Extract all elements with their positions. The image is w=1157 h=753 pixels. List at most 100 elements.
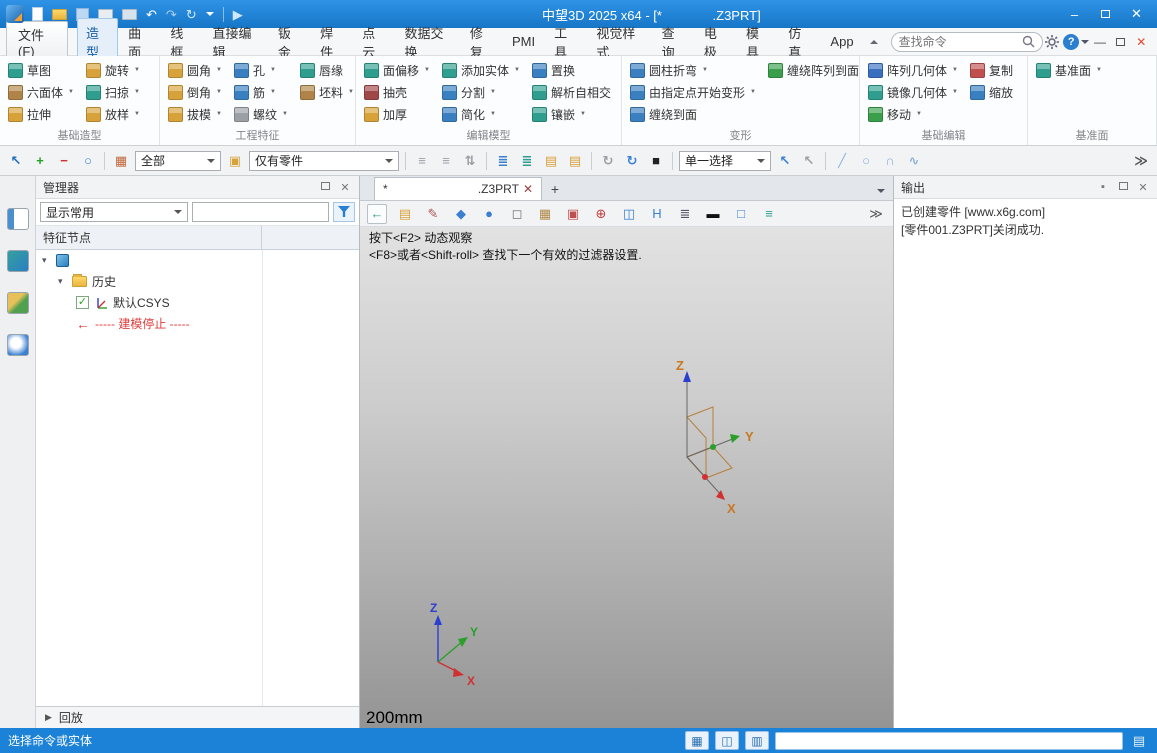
ribbon-button-cylindrical-bend[interactable]: 圆柱折弯▼ bbox=[628, 59, 758, 81]
ribbon-button-replace[interactable]: 置换 bbox=[530, 59, 618, 81]
scope-filter-combo[interactable]: 仅有零件 bbox=[249, 151, 399, 171]
tree-row-default-csys[interactable]: ✓ 默认CSYS bbox=[36, 292, 359, 313]
help-dropdown-icon[interactable] bbox=[1081, 40, 1089, 48]
new-tab-button[interactable]: + bbox=[542, 177, 568, 200]
query-panel-icon[interactable] bbox=[7, 334, 29, 356]
close-tab-icon[interactable]: ✕ bbox=[523, 182, 533, 196]
history-replay-icon[interactable]: ↻ bbox=[598, 151, 618, 171]
circle-tool-icon[interactable]: ○ bbox=[856, 151, 876, 171]
cursor-icon[interactable]: ↖ bbox=[775, 151, 795, 171]
keyboard-panel-icon[interactable]: ▤ bbox=[1129, 733, 1149, 749]
visual-gem-icon[interactable]: ◆ bbox=[451, 204, 471, 224]
ribbon-button-draft[interactable]: 拔模▼ bbox=[166, 103, 224, 125]
filter-grid-icon[interactable]: ▦ bbox=[111, 151, 131, 171]
ribbon-button-fillet[interactable]: 圆角▼ bbox=[166, 59, 224, 81]
display-filter-combo[interactable]: 显示常用 bbox=[40, 202, 188, 222]
pin-panel-icon[interactable]: ▪ bbox=[1096, 181, 1110, 193]
collapse-ribbon-icon[interactable] bbox=[870, 36, 878, 44]
gear-icon[interactable] bbox=[1044, 32, 1062, 52]
sheet-format-icon[interactable]: ▤ bbox=[395, 204, 415, 224]
tree-row-part-root[interactable]: ▾ bbox=[36, 250, 359, 271]
part-filter-icon[interactable]: ▣ bbox=[225, 151, 245, 171]
list-view-icon[interactable]: ≣ bbox=[493, 151, 513, 171]
close-button[interactable]: ✕ bbox=[1122, 4, 1151, 24]
ribbon-button-stock[interactable]: 坯料▼ bbox=[298, 81, 356, 103]
ribbon-button-hole[interactable]: 孔▼ bbox=[232, 59, 290, 81]
tab-list-chevron-icon[interactable] bbox=[877, 189, 885, 197]
image-panel-icon[interactable] bbox=[7, 292, 29, 314]
ribbon-button-thicken[interactable]: 加厚 bbox=[362, 103, 432, 125]
y-handle-dot[interactable] bbox=[710, 444, 716, 450]
close-panel-icon[interactable]: ✕ bbox=[1136, 181, 1150, 194]
minibar-overflow-icon[interactable]: ≫ bbox=[866, 204, 886, 224]
ribbon-button-divide[interactable]: 分割▼ bbox=[440, 81, 522, 103]
ribbon-button-revolve[interactable]: 旋转▼ bbox=[84, 59, 142, 81]
view-target-icon[interactable]: ⊕ bbox=[591, 204, 611, 224]
ribbon-button-move[interactable]: 移动▼ bbox=[866, 103, 960, 125]
tree-row-history[interactable]: ▾ 历史 bbox=[36, 271, 359, 292]
default-csys-display[interactable]: Z Y X bbox=[627, 352, 777, 522]
faceted-display-icon[interactable]: ▦ bbox=[535, 204, 555, 224]
ribbon-button-scale[interactable]: 缩放 bbox=[968, 81, 1020, 103]
ribbon-button-box[interactable]: 六面体▼ bbox=[6, 81, 76, 103]
feature-tree[interactable]: ▾ ▾ 历史 ✓ 默认CSYS ← ----- 建模停止 ----- bbox=[36, 250, 359, 706]
align-icon[interactable]: ≡ bbox=[412, 151, 432, 171]
wireframe-display-icon[interactable]: ◻ bbox=[507, 204, 527, 224]
ribbon-button-deform-by-point[interactable]: 由指定点开始变形▼ bbox=[628, 81, 758, 103]
layers-menu-icon[interactable]: ≣ bbox=[675, 204, 695, 224]
ribbon-button-lip[interactable]: 唇缘 bbox=[298, 59, 356, 81]
ribbon-button-simplify[interactable]: 简化▼ bbox=[440, 103, 522, 125]
cursor-secondary-icon[interactable]: ↖ bbox=[799, 151, 819, 171]
tab-pmi[interactable]: PMI bbox=[503, 29, 544, 54]
toolbar-overflow-icon[interactable]: ≫ bbox=[1131, 151, 1151, 171]
sort-icon[interactable]: ⇅ bbox=[460, 151, 480, 171]
regen-part-icon[interactable]: ↻ bbox=[622, 151, 642, 171]
output-log[interactable]: 已创建零件 [www.x6g.com] [零件001.Z3PRT]关闭成功. bbox=[894, 199, 1157, 728]
open-file-icon[interactable] bbox=[52, 9, 67, 20]
tree-search-input[interactable] bbox=[192, 202, 329, 222]
list-view-teal-icon[interactable]: ≣ bbox=[517, 151, 537, 171]
annotate-icon[interactable]: ✎ bbox=[423, 204, 443, 224]
stop-icon[interactable]: ■ bbox=[646, 151, 666, 171]
entity-filter-combo[interactable]: 全部 bbox=[135, 151, 221, 171]
display-stack-icon[interactable]: ≡ bbox=[759, 204, 779, 224]
shaded-display-icon[interactable]: ● bbox=[479, 204, 499, 224]
ribbon-button-mirror-geometry[interactable]: 镜像几何体▼ bbox=[866, 81, 960, 103]
background-toggle-icon[interactable]: □ bbox=[731, 204, 751, 224]
ribbon-button-shell[interactable]: 抽壳 bbox=[362, 81, 432, 103]
help-icon[interactable]: ? bbox=[1062, 32, 1080, 52]
view-window-icon[interactable]: ◫ bbox=[619, 204, 639, 224]
line-tool-icon[interactable]: ╱ bbox=[832, 151, 852, 171]
ribbon-button-emboss[interactable]: 镶嵌▼ bbox=[530, 103, 618, 125]
solid-view-icon[interactable] bbox=[7, 250, 29, 272]
split-view-icon[interactable]: ◫ bbox=[715, 731, 739, 750]
filter-funnel-button[interactable] bbox=[333, 202, 355, 222]
table-view-icon[interactable]: ▥ bbox=[745, 731, 769, 750]
spline-tool-icon[interactable]: ∿ bbox=[904, 151, 924, 171]
grid-toggle-icon[interactable]: ▦ bbox=[685, 731, 709, 750]
document-minimize-button[interactable]: — bbox=[1090, 33, 1110, 51]
x-handle-dot[interactable] bbox=[702, 474, 708, 480]
maximize-button[interactable] bbox=[1091, 4, 1120, 24]
replay-section[interactable]: ▶ 回放 bbox=[36, 706, 359, 728]
ribbon-button-loft[interactable]: 放样▼ bbox=[84, 103, 142, 125]
ribbon-button-sweep[interactable]: 扫掠▼ bbox=[84, 81, 142, 103]
ribbon-button-pattern-geometry[interactable]: 阵列几何体▼ bbox=[866, 59, 960, 81]
ribbon-button-chamfer[interactable]: 倒角▼ bbox=[166, 81, 224, 103]
ribbon-button-copy[interactable]: 复制 bbox=[968, 59, 1020, 81]
float-panel-icon[interactable] bbox=[1116, 181, 1130, 193]
ribbon-button-extrude[interactable]: 拉伸 bbox=[6, 103, 76, 125]
new-file-icon[interactable] bbox=[32, 7, 43, 21]
expander-icon[interactable]: ▾ bbox=[58, 276, 67, 287]
remove-pick-icon[interactable]: − bbox=[54, 151, 74, 171]
folder-open-icon[interactable]: ▤ bbox=[565, 151, 585, 171]
ribbon-button-add-shape[interactable]: 添加实体▼ bbox=[440, 59, 522, 81]
expander-icon[interactable]: ▾ bbox=[42, 255, 51, 266]
rendered-display-icon[interactable]: ▣ bbox=[563, 204, 583, 224]
search-icon[interactable] bbox=[1022, 35, 1035, 48]
ribbon-button-face-offset[interactable]: 面偏移▼ bbox=[362, 59, 432, 81]
pick-mode-combo[interactable]: 单一选择 bbox=[679, 151, 771, 171]
document-close-button[interactable]: ✕ bbox=[1131, 33, 1151, 51]
status-input[interactable] bbox=[775, 732, 1123, 750]
manager-panel-icon[interactable] bbox=[7, 208, 29, 230]
